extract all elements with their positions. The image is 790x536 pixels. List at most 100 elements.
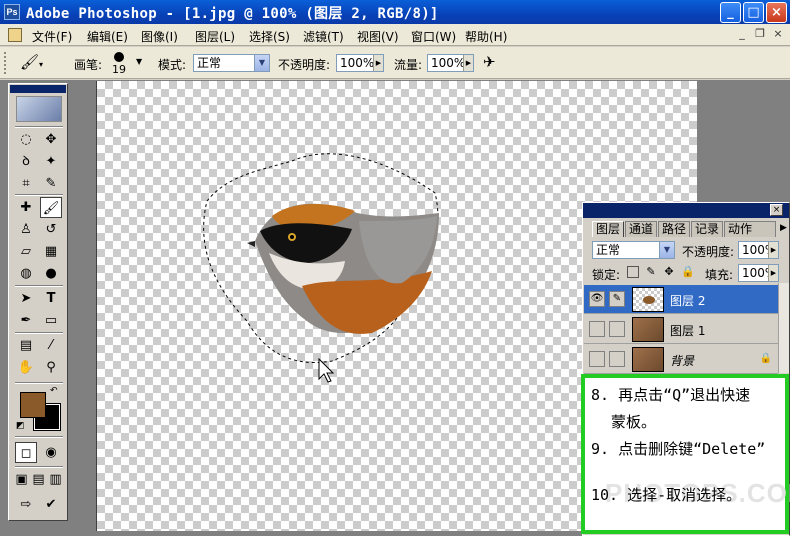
layer-row[interactable]: 图层 1 xyxy=(584,315,778,344)
link-icon[interactable] xyxy=(609,351,625,367)
menu-image[interactable]: 图像(I) xyxy=(141,28,178,45)
hand-tool-icon[interactable]: ✋ xyxy=(15,357,37,378)
notes-tool-icon[interactable]: ▤ xyxy=(15,335,37,356)
step-8-line-1: 8. 再点击“Q”退出快速 xyxy=(591,386,751,404)
layer-opacity-field[interactable]: 100% ▶ xyxy=(738,241,779,259)
eye-icon[interactable]: 👁 xyxy=(589,291,605,307)
fill-arrow-icon[interactable]: ▶ xyxy=(768,265,778,281)
layer-name[interactable]: 图层 1 xyxy=(670,322,705,339)
airbrush-icon[interactable]: ✈ xyxy=(483,53,507,73)
standard-mode-icon[interactable]: ◻ xyxy=(15,442,37,463)
tab-channels[interactable]: 通道 xyxy=(625,221,658,237)
fill-label: 填充: xyxy=(705,268,734,282)
layer-name[interactable]: 背景 xyxy=(670,352,694,369)
toolbox: ◌ ✥ ꝺ ✦ ⌗ ✎ ✚ 🖌 ♙ ↺ ▱ ▦ ◍ ● ➤ T ✒ ▭ ▤ ⁄ … xyxy=(8,83,68,521)
fill-field[interactable]: 100% ▶ xyxy=(738,264,779,282)
eyedropper-tool-icon[interactable]: ⁄ xyxy=(40,335,62,356)
lock-position-icon[interactable]: ✥ xyxy=(663,266,675,278)
quick-mask-mode-icon[interactable]: ◉ xyxy=(40,442,62,463)
lock-icon: 🔒 xyxy=(759,353,772,364)
layers-panel-title-bar[interactable]: × xyxy=(583,203,789,218)
brush-tool-icon[interactable]: 🖌 xyxy=(40,197,62,218)
link-icon[interactable] xyxy=(609,321,625,337)
menu-filter[interactable]: 滤镜(T) xyxy=(303,28,344,45)
menu-window[interactable]: 窗口(W) xyxy=(411,28,456,45)
menu-layer[interactable]: 图层(L) xyxy=(195,28,235,45)
tab-actions[interactable]: 动作 xyxy=(724,221,776,237)
layer-row[interactable]: 背景 🔒 xyxy=(584,345,778,374)
blend-mode-select[interactable]: 正常 ▼ xyxy=(592,241,675,259)
chevron-down-icon[interactable]: ▼ xyxy=(659,242,674,258)
swap-colors-icon[interactable]: ↶ xyxy=(50,386,58,396)
panel-menu-arrow-icon[interactable]: ▶ xyxy=(780,223,787,233)
menu-edit[interactable]: 编辑(E) xyxy=(87,28,128,45)
tab-layers[interactable]: 图层 xyxy=(592,221,625,237)
options-grip[interactable] xyxy=(4,52,8,74)
lock-transparency-icon[interactable] xyxy=(627,266,639,278)
foreground-color-swatch[interactable] xyxy=(20,392,46,418)
layer-name[interactable]: 图层 2 xyxy=(670,292,705,309)
layer-row[interactable]: 👁 ✎ 图层 2 xyxy=(584,285,778,314)
brush-icon[interactable]: 🖌▾ xyxy=(20,53,54,73)
eye-icon[interactable] xyxy=(589,351,605,367)
crop-tool-icon[interactable]: ⌗ xyxy=(15,173,37,194)
lock-label: 锁定: xyxy=(592,268,621,282)
full-screen-menu-mode-icon[interactable]: ▤ xyxy=(30,469,47,490)
toolbox-separator xyxy=(15,332,63,334)
history-brush-tool-icon[interactable]: ↺ xyxy=(40,219,62,240)
eraser-tool-icon[interactable]: ▱ xyxy=(15,241,37,262)
step-9: 9. 点击删除键“Delete” xyxy=(591,440,766,458)
panel-close-icon[interactable]: × xyxy=(770,204,783,216)
magic-wand-tool-icon[interactable]: ✦ xyxy=(40,151,62,172)
eye-icon[interactable] xyxy=(589,321,605,337)
full-screen-mode-icon[interactable]: ▥ xyxy=(47,469,64,490)
adobe-online-feather-icon[interactable] xyxy=(16,96,62,122)
menu-select[interactable]: 选择(S) xyxy=(249,28,290,45)
brush-tip-icon[interactable] xyxy=(114,52,124,62)
lock-all-icon[interactable]: 🔒 xyxy=(681,266,695,278)
standard-screen-mode-icon[interactable]: ▣ xyxy=(13,469,30,490)
marquee-tool-icon[interactable]: ◌ xyxy=(15,129,37,150)
pen-tool-icon[interactable]: ✒ xyxy=(15,310,37,331)
toolbox-title-bar[interactable] xyxy=(10,85,66,93)
chevron-down-icon[interactable]: ▼ xyxy=(254,55,269,71)
lasso-tool-icon[interactable]: ꝺ xyxy=(15,151,37,172)
blur-tool-icon[interactable]: ◍ xyxy=(15,263,37,284)
opacity-slider-arrow-icon[interactable]: ▶ xyxy=(373,55,383,71)
menu-view[interactable]: 视图(V) xyxy=(357,28,399,45)
jump-to-imageready-icon[interactable]: ⇨ xyxy=(15,494,37,515)
close-button[interactable]: × xyxy=(766,2,787,23)
path-selection-tool-icon[interactable]: ➤ xyxy=(15,288,37,309)
minimize-button[interactable]: _ xyxy=(720,2,741,23)
opacity-field[interactable]: 100% ▶ xyxy=(336,54,384,72)
lock-pixels-icon[interactable]: ✎ xyxy=(645,266,657,278)
brush-dropdown-arrow-icon[interactable]: ▼ xyxy=(136,57,142,66)
clone-stamp-tool-icon[interactable]: ♙ xyxy=(15,219,37,240)
mode-select[interactable]: 正常 ▼ xyxy=(193,54,270,72)
doc-minimize-button[interactable]: _ xyxy=(734,27,750,42)
imageready-icon[interactable]: ✔ xyxy=(40,494,62,515)
gradient-tool-icon[interactable]: ▦ xyxy=(40,241,62,262)
tab-paths[interactable]: 路径 xyxy=(658,221,691,237)
type-tool-icon[interactable]: T xyxy=(40,288,62,309)
layer-opacity-arrow-icon[interactable]: ▶ xyxy=(768,242,778,258)
healing-brush-tool-icon[interactable]: ✚ xyxy=(15,197,37,218)
menu-help[interactable]: 帮助(H) xyxy=(465,28,507,45)
doc-close-button[interactable]: × xyxy=(770,27,786,42)
layer-thumbnail xyxy=(632,317,664,342)
menu-file[interactable]: 文件(F) xyxy=(32,28,72,45)
flow-slider-arrow-icon[interactable]: ▶ xyxy=(463,55,473,71)
document-icon[interactable] xyxy=(8,28,22,42)
shape-tool-icon[interactable]: ▭ xyxy=(40,310,62,331)
flow-field[interactable]: 100% ▶ xyxy=(427,54,474,72)
zoom-tool-icon[interactable]: ⚲ xyxy=(40,357,62,378)
layers-scrollbar[interactable] xyxy=(778,283,789,373)
tab-history[interactable]: 记录 xyxy=(691,221,724,237)
maximize-button[interactable]: □ xyxy=(743,2,764,23)
default-colors-icon[interactable]: ◩ xyxy=(16,421,25,431)
doc-restore-button[interactable]: ❐ xyxy=(752,27,768,42)
dodge-tool-icon[interactable]: ● xyxy=(40,263,62,284)
brush-link-icon[interactable]: ✎ xyxy=(609,291,625,307)
slice-tool-icon[interactable]: ✎ xyxy=(40,173,62,194)
move-tool-icon[interactable]: ✥ xyxy=(40,129,62,150)
